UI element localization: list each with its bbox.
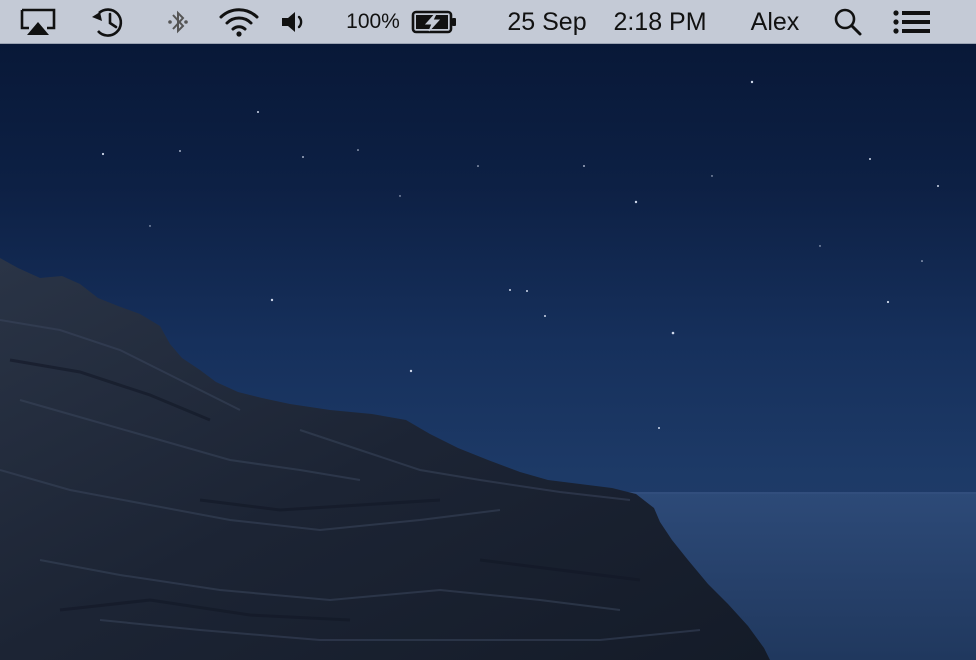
wallpaper-scene	[0, 80, 976, 660]
battery-percent[interactable]: 100%	[338, 0, 408, 44]
menubar-clock[interactable]: 2:18 PM	[604, 0, 716, 44]
notification-center-icon[interactable]	[890, 0, 934, 44]
airplay-icon[interactable]	[18, 0, 58, 44]
wifi-icon[interactable]	[218, 0, 260, 44]
menubar-date[interactable]: 25 Sep	[498, 0, 596, 44]
search-icon[interactable]	[830, 0, 866, 44]
menu-bar: 100% 25 Sep 2:18 PM Alex	[0, 0, 976, 44]
fast-user-switch[interactable]: Alex	[742, 0, 808, 44]
volume-icon[interactable]	[278, 0, 308, 44]
time-machine-icon[interactable]	[88, 0, 130, 44]
stars	[101, 80, 939, 429]
desktop-wallpaper	[0, 0, 976, 660]
battery-charging-icon[interactable]	[410, 0, 460, 44]
bluetooth-icon[interactable]	[164, 0, 192, 44]
